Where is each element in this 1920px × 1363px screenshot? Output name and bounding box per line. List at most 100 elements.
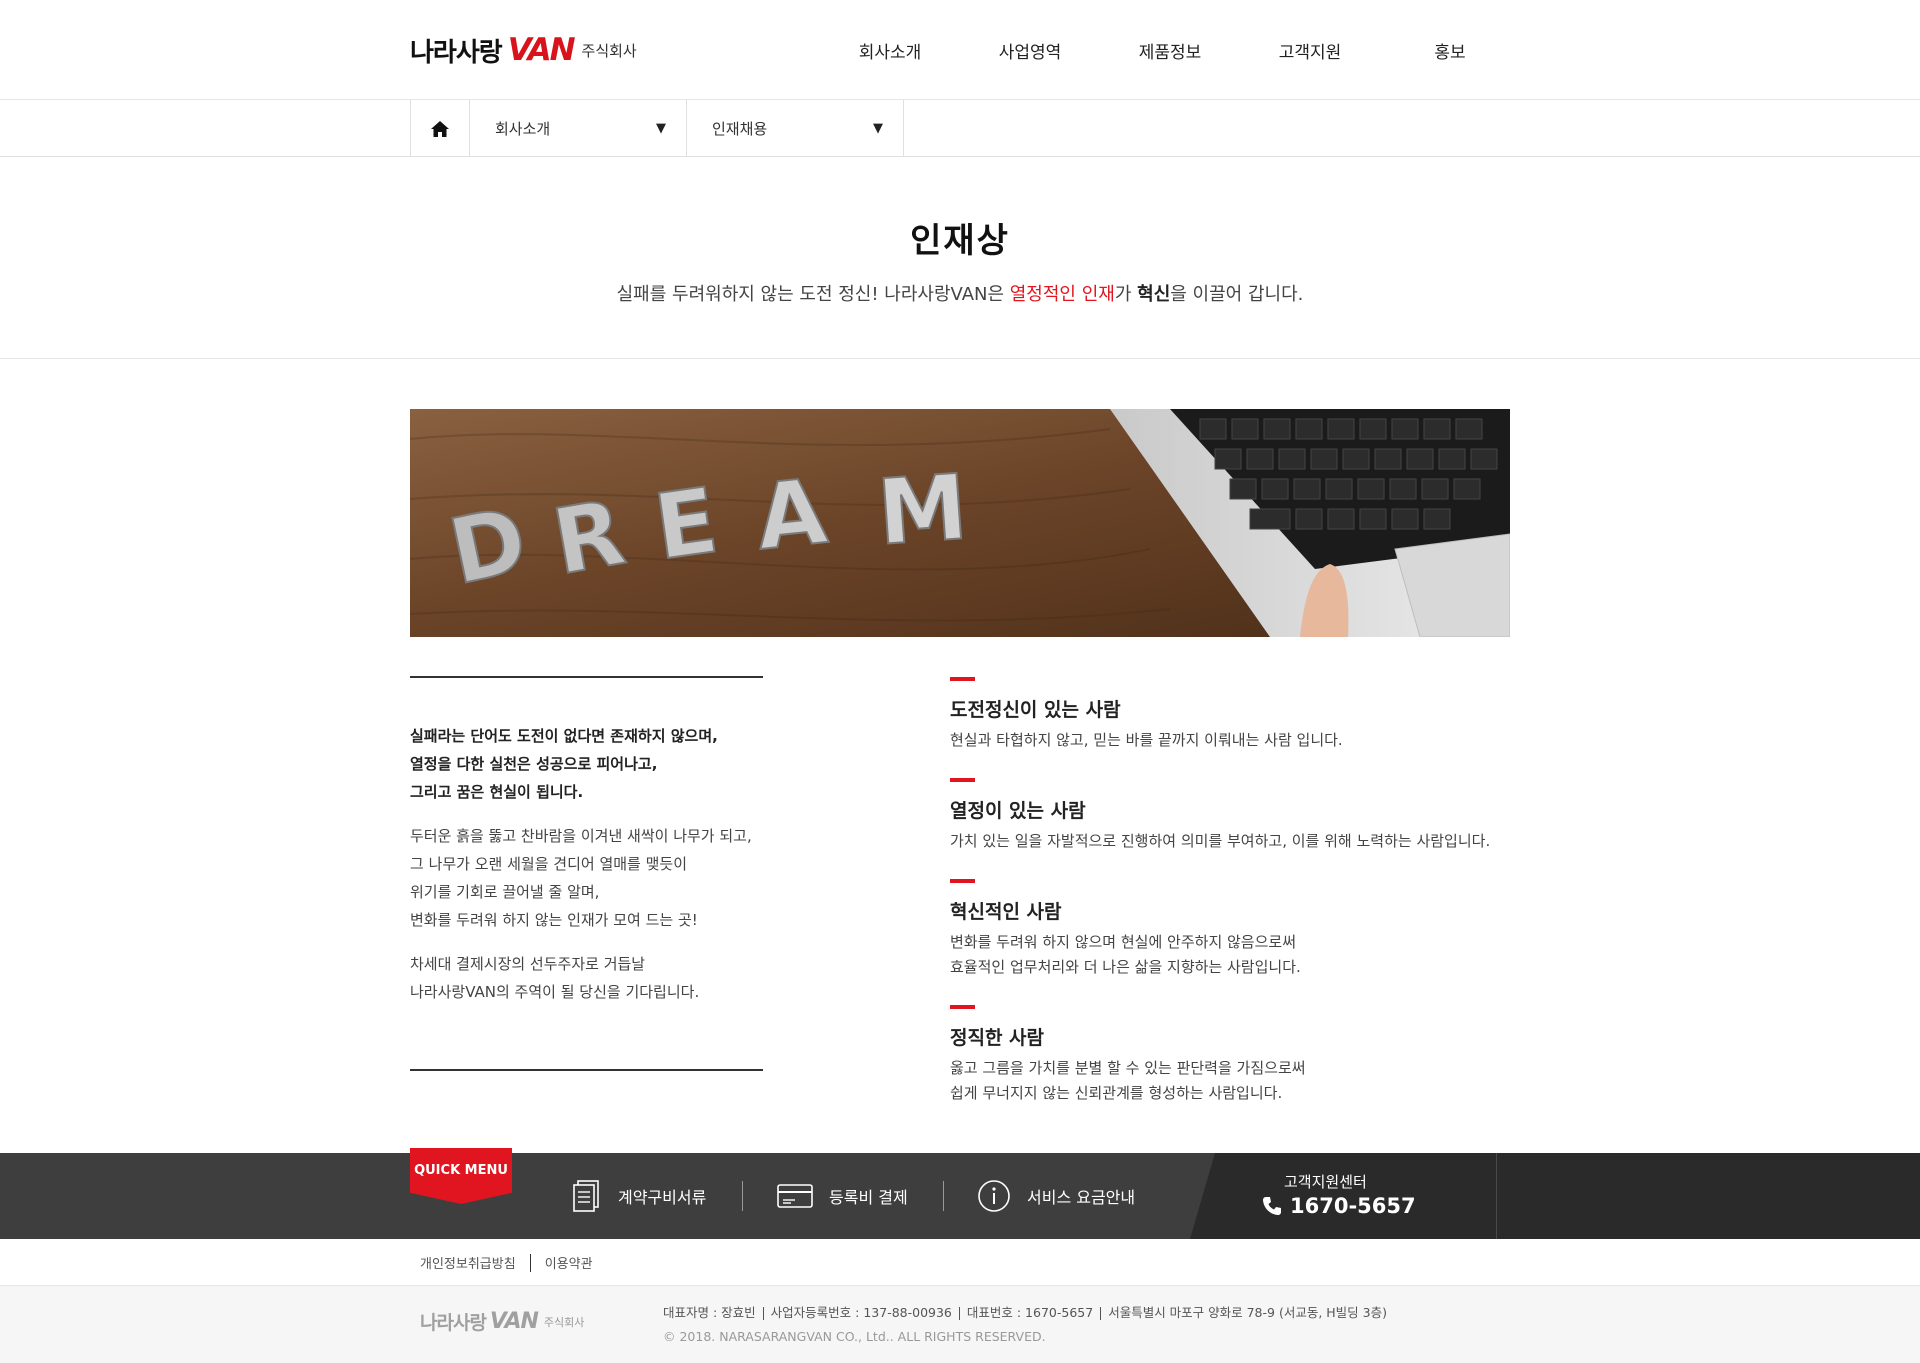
site-header: 나라사랑 VAN 주식회사 회사소개 사업영역 제품정보 고객지원 홍보 <box>0 0 1920 100</box>
text-line: 변화를 두려워 하지 않으며 현실에 안주하지 않음으로써 <box>950 933 1297 951</box>
trait-title: 정직한 사람 <box>950 1027 1045 1049</box>
divider <box>1100 1306 1102 1320</box>
divider <box>410 676 763 678</box>
info-icon <box>978 1180 1010 1212</box>
banner-image: D R E A M <box>410 409 1510 637</box>
ceo-name: 대표자명 : 장효빈 <box>663 1305 756 1320</box>
nav-support[interactable]: 고객지원 <box>1240 38 1380 63</box>
logo-text: 나라사랑 <box>410 37 503 68</box>
divider <box>1496 1153 1497 1239</box>
quick-service-fees[interactable]: 서비스 요금안내 <box>977 1153 1135 1239</box>
text-line: 가치 있는 일을 자발적으로 진행하여 의미를 부여하고, 이를 위해 노력하는… <box>950 832 1491 850</box>
quick-item-label: 등록비 결제 <box>829 1188 908 1207</box>
quick-item-label: 서비스 요금안내 <box>1027 1188 1136 1207</box>
vision-intro: 실패라는 단어도 도전이 없다면 존재하지 않으며, 열정을 다한 실천은 성공… <box>410 722 763 806</box>
vision-paragraph: 차세대 결제시장의 선두주자로 거듭날 나라사랑VAN의 주역이 될 당신을 기… <box>410 950 763 1006</box>
document-icon <box>573 1180 599 1212</box>
text-line: 두터운 흙을 뚫고 찬바람을 이겨낸 새싹이 나무가 되고, <box>410 827 752 845</box>
logo-van-text: VAN <box>507 32 576 68</box>
text-line: 쉽게 무너지지 않는 신뢰관계를 형성하는 사람입니다. <box>950 1084 1283 1102</box>
text-line: 실패라는 단어도 도전이 없다면 존재하지 않으며, <box>410 727 718 745</box>
logo-sub: 주식회사 <box>581 41 637 60</box>
divider <box>529 1253 531 1272</box>
vision-text: 실패라는 단어도 도전이 없다면 존재하지 않으며, 열정을 다한 실천은 성공… <box>410 676 763 1071</box>
chevron-down-icon: ▼ <box>873 121 883 136</box>
nav-company[interactable]: 회사소개 <box>820 38 960 63</box>
address: 서울특별시 마포구 양화로 78-9 (서교동, H빌딩 3층) <box>1108 1305 1387 1320</box>
text-line: 옳고 그름을 가치를 분별 할 수 있는 판단력을 가짐으로써 <box>950 1059 1306 1077</box>
main-nav: 회사소개 사업영역 제품정보 고객지원 홍보 <box>820 0 1520 100</box>
trait-desc: 변화를 두려워 하지 않으며 현실에 안주하지 않음으로써효율적인 업무처리와 … <box>950 930 1520 980</box>
quick-item-label: 계약구비서류 <box>618 1188 707 1207</box>
depth1-label: 회사소개 <box>495 120 551 138</box>
logo-van: VAN <box>507 32 576 68</box>
quick-menu-bar: QUICK MENU 계약구비서류 등록비 결제 서비스 요금안내 고객지원센터… <box>0 1148 1920 1239</box>
phone-icon <box>1263 1197 1281 1215</box>
credit-card-icon <box>777 1184 813 1208</box>
banner-letter: M <box>874 455 971 566</box>
terms-link[interactable]: 이용약관 <box>545 1253 593 1272</box>
trait-accent-bar <box>950 879 975 883</box>
trait-title: 도전정신이 있는 사람 <box>950 699 1121 721</box>
trait-item: 열정이 있는 사람 가치 있는 일을 자발적으로 진행하여 의미를 부여하고, … <box>950 778 1520 854</box>
trait-desc: 현실과 타협하지 않고, 믿는 바를 끝까지 이뤄내는 사람 입니다. <box>950 728 1520 753</box>
main-phone: 대표번호 : 1670-5657 <box>966 1305 1094 1320</box>
footer-logo-sub: 주식회사 <box>543 1315 585 1329</box>
divider <box>943 1181 944 1211</box>
text-line: 위기를 기회로 끌어낼 줄 알며, <box>410 883 600 901</box>
desc-text: 가 <box>1114 284 1138 305</box>
quick-menu-tab: QUICK MENU <box>410 1148 512 1204</box>
divider <box>762 1306 764 1320</box>
trait-accent-bar <box>950 677 975 681</box>
text-line: 열정을 다한 실천은 성공으로 피어나고, <box>410 755 658 773</box>
divider <box>410 1069 763 1071</box>
depth2-label: 인재채용 <box>712 120 768 138</box>
divider <box>742 1181 743 1211</box>
trait-accent-bar <box>950 778 975 782</box>
trait-accent-bar <box>950 1005 975 1009</box>
support-label: 고객지원센터 <box>1284 1173 1367 1191</box>
policy-links: 개인정보취급방침 이용약관 <box>0 1239 1920 1286</box>
text-line: 변화를 두려워 하지 않는 인재가 모여 드는 곳! <box>410 911 698 929</box>
desc-highlight-red: 열정적인 인재 <box>1009 284 1115 305</box>
chevron-down-icon: ▼ <box>656 121 666 136</box>
text-line: 그리고 꿈은 현실이 됩니다. <box>410 783 584 801</box>
trait-desc: 옳고 그름을 가치를 분별 할 수 있는 판단력을 가짐으로써쉽게 무너지지 않… <box>950 1056 1520 1106</box>
text-line: 그 나무가 오랜 세월을 견디어 열매를 맺듯이 <box>410 855 688 873</box>
trait-item: 혁신적인 사람 변화를 두려워 하지 않으며 현실에 안주하지 않음으로써 효율적… <box>950 879 1520 980</box>
business-number: 사업자등록번호 : 137-88-00936 <box>770 1305 952 1320</box>
nav-pr[interactable]: 홍보 <box>1380 38 1520 63</box>
support-phone-number: 1670-5657 <box>1290 1194 1416 1218</box>
trait-item: 도전정신이 있는 사람 현실과 타협하지 않고, 믿는 바를 끝까지 이뤄내는 … <box>950 677 1520 753</box>
home-icon <box>431 120 449 137</box>
nav-business[interactable]: 사업영역 <box>960 38 1100 63</box>
text-line: 효율적인 업무처리와 더 나은 삶을 지향하는 사람입니다. <box>950 958 1301 976</box>
site-logo[interactable]: 나라사랑 VAN 주식회사 <box>410 30 637 70</box>
trait-desc: 가치 있는 일을 자발적으로 진행하여 의미를 부여하고, 이를 위해 노력하는… <box>950 829 1520 854</box>
policy-links-inner: 개인정보취급방침 이용약관 <box>420 1239 593 1286</box>
home-button[interactable] <box>411 100 470 157</box>
text-line: 현실과 타협하지 않고, 믿는 바를 끝까지 이뤄내는 사람 입니다. <box>950 731 1343 749</box>
talent-traits: 도전정신이 있는 사람 현실과 타협하지 않고, 믿는 바를 끝까지 이뤄내는 … <box>950 677 1520 1131</box>
footer-logo-text: 나라사랑 <box>420 1312 487 1334</box>
quick-registration-payment[interactable]: 등록비 결제 <box>777 1153 908 1239</box>
text-line: 차세대 결제시장의 선두주자로 거듭날 <box>410 955 646 973</box>
trait-title: 열정이 있는 사람 <box>950 800 1086 822</box>
privacy-policy-link[interactable]: 개인정보취급방침 <box>420 1253 516 1272</box>
depth2-dropdown[interactable]: 인재채용 ▼ <box>687 100 904 157</box>
desc-highlight-bold: 혁신 <box>1137 284 1171 305</box>
page-title: 인재상 <box>910 221 1010 261</box>
text-line: 나라사랑VAN의 주역이 될 당신을 기다립니다. <box>410 983 700 1001</box>
banner-letter: A <box>751 459 832 571</box>
support-phone[interactable]: 1670-5657 <box>1262 1194 1416 1218</box>
quick-contract-docs[interactable]: 계약구비서류 <box>572 1153 706 1239</box>
copyright: © 2018. NARASARANGVAN CO., Ltd.. ALL RIG… <box>663 1329 1046 1344</box>
footer-logo-van: VAN <box>489 1309 539 1334</box>
desc-text: 을 이끌어 갑니다. <box>1170 284 1304 305</box>
vision-paragraph: 두터운 흙을 뚫고 찬바람을 이겨낸 새싹이 나무가 되고, 그 나무가 오랜 … <box>410 822 763 934</box>
nav-products[interactable]: 제품정보 <box>1100 38 1240 63</box>
page-description: 실패를 두려워하지 않는 도전 정신! 나라사랑VAN은 열정적인 인재가 혁신… <box>0 280 1920 306</box>
company-info: 대표자명 : 장효빈 사업자등록번호 : 137-88-00936 대표번호 :… <box>663 1301 1387 1349</box>
depth1-dropdown[interactable]: 회사소개 ▼ <box>470 100 687 157</box>
company-info-row: 대표자명 : 장효빈 사업자등록번호 : 137-88-00936 대표번호 :… <box>663 1301 1387 1325</box>
